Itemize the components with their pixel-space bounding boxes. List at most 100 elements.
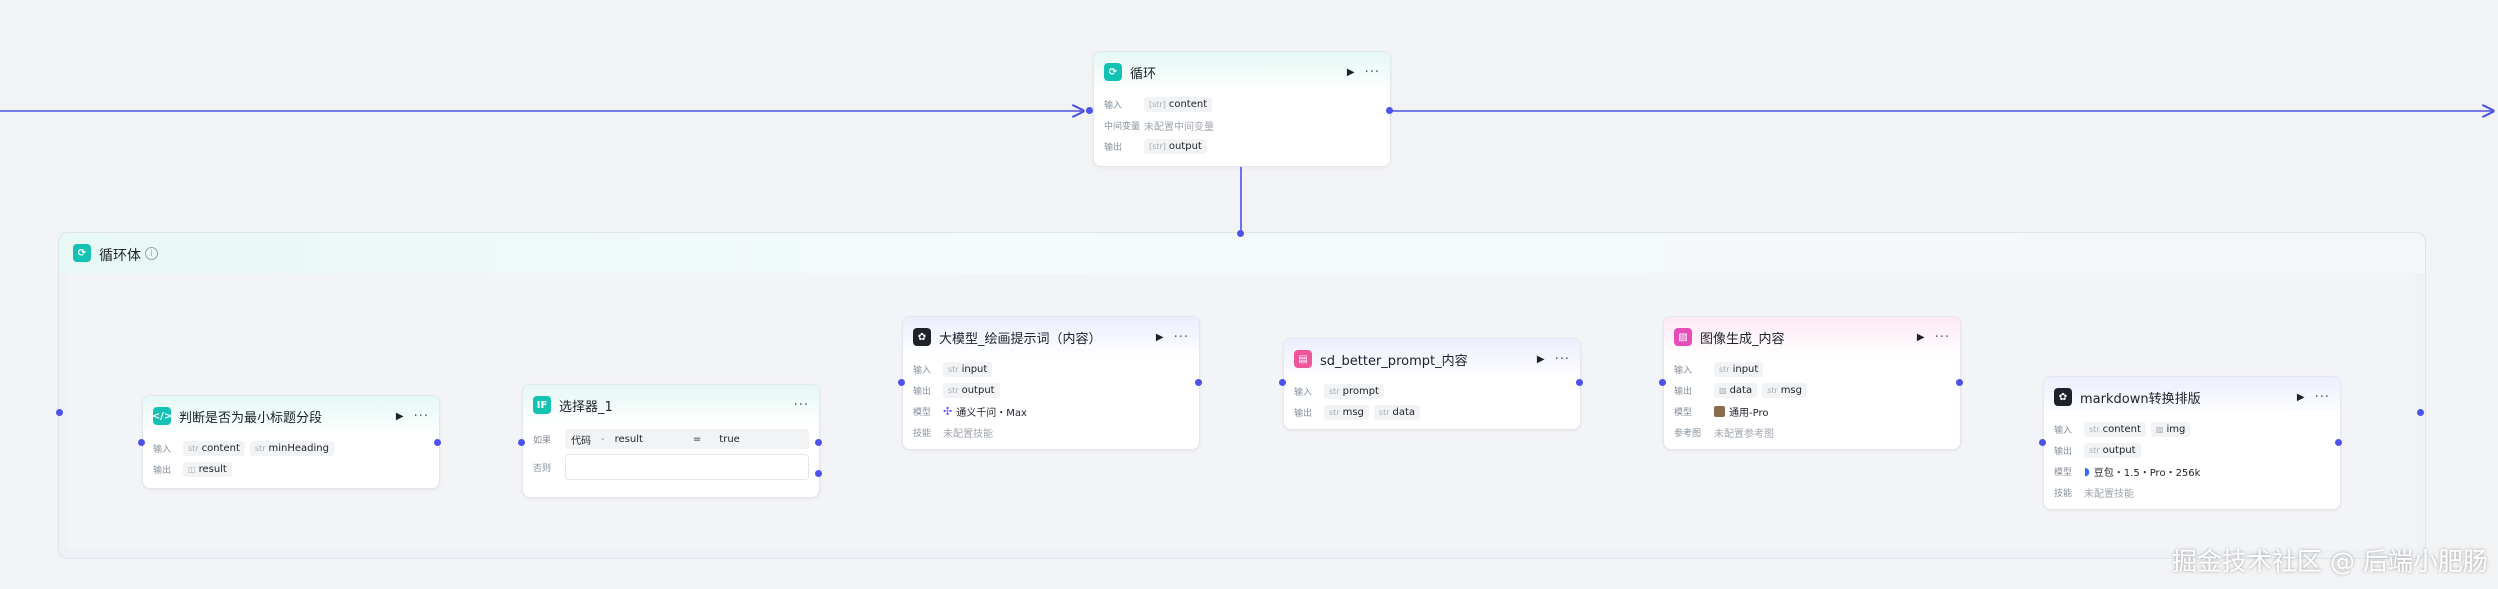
info-icon[interactable]: i: [145, 247, 158, 260]
more-icon[interactable]: ···: [1174, 330, 1189, 345]
condition-value: true: [719, 433, 740, 445]
loop-icon: ⟳: [1104, 63, 1122, 81]
model-name: 豆包・1.5・Pro・256k: [2093, 468, 2201, 479]
output-label: 输出: [153, 466, 172, 476]
node-title: sd_better_prompt_内容: [1320, 353, 1468, 369]
port-dot[interactable]: [815, 439, 822, 446]
param-chip: str output: [2084, 443, 2141, 458]
node-title: 大模型_绘画提示词（内容）: [939, 331, 1102, 347]
play-icon[interactable]: ▶: [1156, 332, 1164, 343]
node-judge-code[interactable]: </> 判断是否为最小标题分段 ▶ ··· 输入 str content str min…: [142, 395, 440, 489]
port-dot[interactable]: [1576, 379, 1583, 386]
port-dot[interactable]: [138, 439, 145, 446]
input-label: 输入: [1104, 101, 1123, 111]
if-label: 如果: [533, 435, 552, 446]
play-icon[interactable]: ▶: [1537, 354, 1545, 365]
param-chip: str prompt: [1324, 384, 1384, 399]
else-row: 否则: [523, 453, 819, 481]
node-image-gen[interactable]: ▨ 图像生成_内容 ▶ ··· 输入 str input 输出 ▨ data str msg…: [1663, 316, 1961, 450]
param-chip: str input: [1714, 362, 1764, 377]
input-label: 输入: [1294, 388, 1313, 398]
more-icon[interactable]: ···: [794, 398, 809, 413]
doubao-icon: ◗: [2084, 465, 2090, 478]
port-dot[interactable]: [1279, 379, 1286, 386]
param-chip: [str] output: [1144, 139, 1207, 154]
node-header: </> 判断是否为最小标题分段 ▶ ···: [143, 396, 439, 436]
param-chip: str content: [183, 441, 245, 456]
more-icon[interactable]: ···: [414, 409, 429, 424]
node-title: 选择器_1: [559, 399, 613, 415]
ref-label: 参考图: [1674, 429, 1702, 439]
plugin-icon: ▤: [1294, 350, 1312, 368]
if-condition-row: 如果 代码 - result = true: [523, 425, 819, 453]
play-icon[interactable]: ▶: [2297, 392, 2305, 403]
port-dot[interactable]: [1237, 230, 1244, 237]
image-icon: ▨: [1674, 328, 1692, 346]
play-icon[interactable]: ▶: [396, 411, 404, 422]
node-header: ✿ 大模型_绘画提示词（内容） ▶ ···: [903, 317, 1199, 357]
model-label: 模型: [913, 408, 932, 418]
port-dot[interactable]: [2039, 439, 2046, 446]
node-selector[interactable]: IF 选择器_1 ··· 如果 代码 - result = true 否则: [522, 384, 820, 498]
port-dot[interactable]: [518, 439, 525, 446]
condition-operator: =: [692, 433, 702, 445]
param-chip: str data: [1373, 405, 1421, 420]
port-dot[interactable]: [1659, 379, 1666, 386]
node-title: 循环: [1130, 66, 1157, 82]
qwen-icon: ✣: [943, 405, 953, 418]
model-name: 通用-Pro: [1729, 408, 1769, 419]
port-dot[interactable]: [2335, 439, 2342, 446]
play-icon[interactable]: ▶: [1347, 67, 1355, 78]
model-label: 模型: [2054, 468, 2073, 478]
node-llm-prompt[interactable]: ✿ 大模型_绘画提示词（内容） ▶ ··· 输入 str input 输出 str ou…: [902, 316, 1200, 450]
more-icon[interactable]: ···: [1365, 65, 1380, 80]
port-dot[interactable]: [56, 409, 63, 416]
port-dot[interactable]: [434, 439, 441, 446]
output-label: 输出: [1294, 409, 1313, 419]
skill-label: 技能: [2054, 489, 2073, 499]
param-chip: str msg: [1762, 383, 1807, 398]
more-icon[interactable]: ···: [1555, 352, 1570, 367]
node-sd-better-prompt[interactable]: ▤ sd_better_prompt_内容 ▶ ··· 输入 str prompt …: [1283, 338, 1581, 430]
port-dot[interactable]: [2417, 409, 2424, 416]
node-title: 判断是否为最小标题分段: [179, 410, 323, 426]
param-chip: [str] content: [1144, 97, 1213, 112]
port-dot[interactable]: [815, 470, 822, 477]
node-header: ▤ sd_better_prompt_内容 ▶ ···: [1284, 339, 1580, 379]
port-dot[interactable]: [1195, 379, 1202, 386]
model-label: 模型: [1674, 408, 1693, 418]
port-dot[interactable]: [1956, 379, 1963, 386]
output-label: 输出: [2054, 447, 2073, 457]
port-dot[interactable]: [1386, 107, 1393, 114]
condition-box[interactable]: 代码 - result = true: [565, 429, 809, 449]
loop-body-header: ⟳ 循环体 i: [59, 233, 2425, 273]
node-markdown[interactable]: ✿ markdown转换排版 ▶ ··· 输入 str content ▨ img 输出…: [2043, 376, 2341, 510]
port-dot[interactable]: [898, 379, 905, 386]
param-chip: str minHeading: [249, 441, 334, 456]
node-header: ▨ 图像生成_内容 ▶ ···: [1664, 317, 1960, 357]
condition-var: 代码: [571, 435, 591, 447]
loop-icon: ⟳: [73, 244, 91, 262]
param-chip: str msg: [1324, 405, 1369, 420]
param-chip: str input: [943, 362, 993, 377]
else-box[interactable]: [565, 454, 809, 480]
param-chip: str output: [943, 383, 1000, 398]
port-dot[interactable]: [1086, 107, 1093, 114]
model-thumb-icon: [1714, 406, 1725, 417]
else-label: 否则: [533, 463, 552, 474]
loop-body-title: 循环体: [99, 248, 141, 264]
more-icon[interactable]: ···: [1935, 330, 1950, 345]
output-label: 输出: [1674, 387, 1693, 397]
code-icon: </>: [152, 407, 172, 425]
output-label: 输出: [913, 387, 932, 397]
param-chip: ◫ result: [183, 462, 232, 477]
node-title: markdown转换排版: [2080, 391, 2201, 407]
watermark: 掘金技术社区 @ 后端小肥肠: [2172, 547, 2488, 576]
llm-icon: ✿: [2054, 388, 2072, 406]
play-icon[interactable]: ▶: [1917, 332, 1925, 343]
more-icon[interactable]: ···: [2315, 390, 2330, 405]
input-label: 输入: [153, 445, 172, 455]
input-label: 输入: [2054, 426, 2073, 436]
param-chip: ▨ data: [1714, 383, 1758, 398]
node-loop[interactable]: ⟳ 循环 ▶ ··· 输入 [str] content 中间变量 未配置中间变量 输出…: [1093, 51, 1391, 167]
